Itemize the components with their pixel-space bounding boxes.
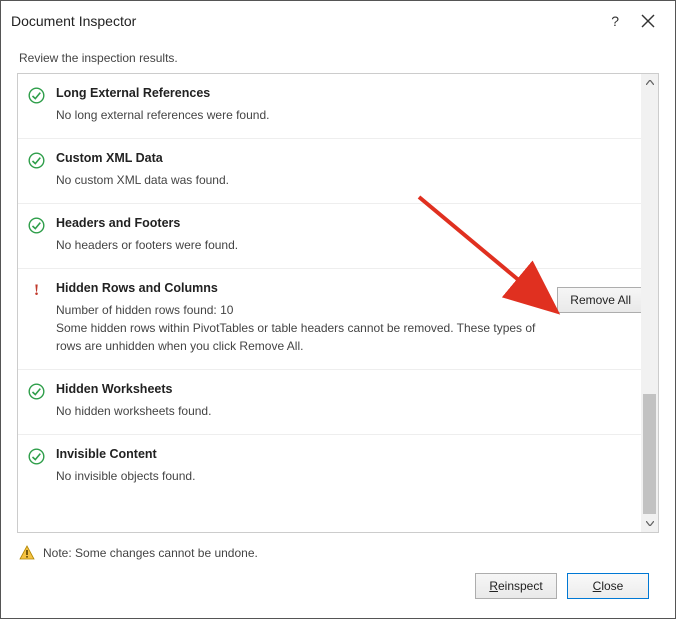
result-title: Headers and Footers [56, 216, 644, 230]
result-text: Headers and Footers No headers or footers… [56, 216, 644, 254]
button-row: Reinspect Close [1, 573, 675, 615]
close-button[interactable]: Close [567, 573, 649, 599]
check-circle-icon [28, 151, 56, 169]
result-item: Invisible Content No invisible objects fo… [18, 435, 658, 499]
note-row: Note: Some changes cannot be undone. [1, 533, 675, 573]
help-button[interactable]: ? [599, 9, 631, 33]
scrollbar[interactable] [641, 74, 658, 532]
result-text: Invisible Content No invisible objects fo… [56, 447, 644, 485]
note-text: Note: Some changes cannot be undone. [43, 546, 258, 560]
result-title: Custom XML Data [56, 151, 644, 165]
result-item: Custom XML Data No custom XML data was fo… [18, 139, 658, 204]
check-circle-icon [28, 447, 56, 465]
scroll-down-icon[interactable] [641, 515, 658, 532]
result-text: Hidden Rows and Columns Number of hidden … [56, 281, 549, 355]
result-title: Long External References [56, 86, 644, 100]
result-item: Headers and Footers No headers or footers… [18, 204, 658, 269]
close-icon[interactable] [631, 10, 665, 32]
result-detail: Number of hidden rows found: 10Some hidd… [56, 301, 549, 355]
result-title: Invisible Content [56, 447, 644, 461]
exclamation-icon: ! [28, 281, 56, 299]
results-list: Long External References No long external… [17, 73, 659, 533]
titlebar: Document Inspector ? [1, 1, 675, 41]
result-item: Long External References No long external… [18, 74, 658, 139]
dialog-title: Document Inspector [11, 13, 599, 29]
result-title: Hidden Worksheets [56, 382, 644, 396]
check-circle-icon [28, 216, 56, 234]
check-circle-icon [28, 382, 56, 400]
result-item: Hidden Worksheets No hidden worksheets fo… [18, 370, 658, 435]
result-detail: No custom XML data was found. [56, 171, 644, 189]
result-detail: No headers or footers were found. [56, 236, 644, 254]
result-title: Hidden Rows and Columns [56, 281, 549, 295]
check-circle-icon [28, 86, 56, 104]
result-text: Long External References No long external… [56, 86, 644, 124]
result-item: !Hidden Rows and Columns Number of hidden… [18, 269, 658, 370]
scroll-up-icon[interactable] [641, 74, 658, 91]
result-text: Hidden Worksheets No hidden worksheets fo… [56, 382, 644, 420]
scroll-thumb[interactable] [643, 394, 656, 514]
result-action: Remove All [549, 281, 644, 313]
result-detail: No hidden worksheets found. [56, 402, 644, 420]
result-text: Custom XML Data No custom XML data was fo… [56, 151, 644, 189]
result-detail: No invisible objects found. [56, 467, 644, 485]
result-detail: No long external references were found. [56, 106, 644, 124]
instruction-text: Review the inspection results. [1, 41, 675, 73]
remove-all-button[interactable]: Remove All [557, 287, 644, 313]
warning-triangle-icon [19, 545, 35, 561]
reinspect-button[interactable]: Reinspect [475, 573, 557, 599]
